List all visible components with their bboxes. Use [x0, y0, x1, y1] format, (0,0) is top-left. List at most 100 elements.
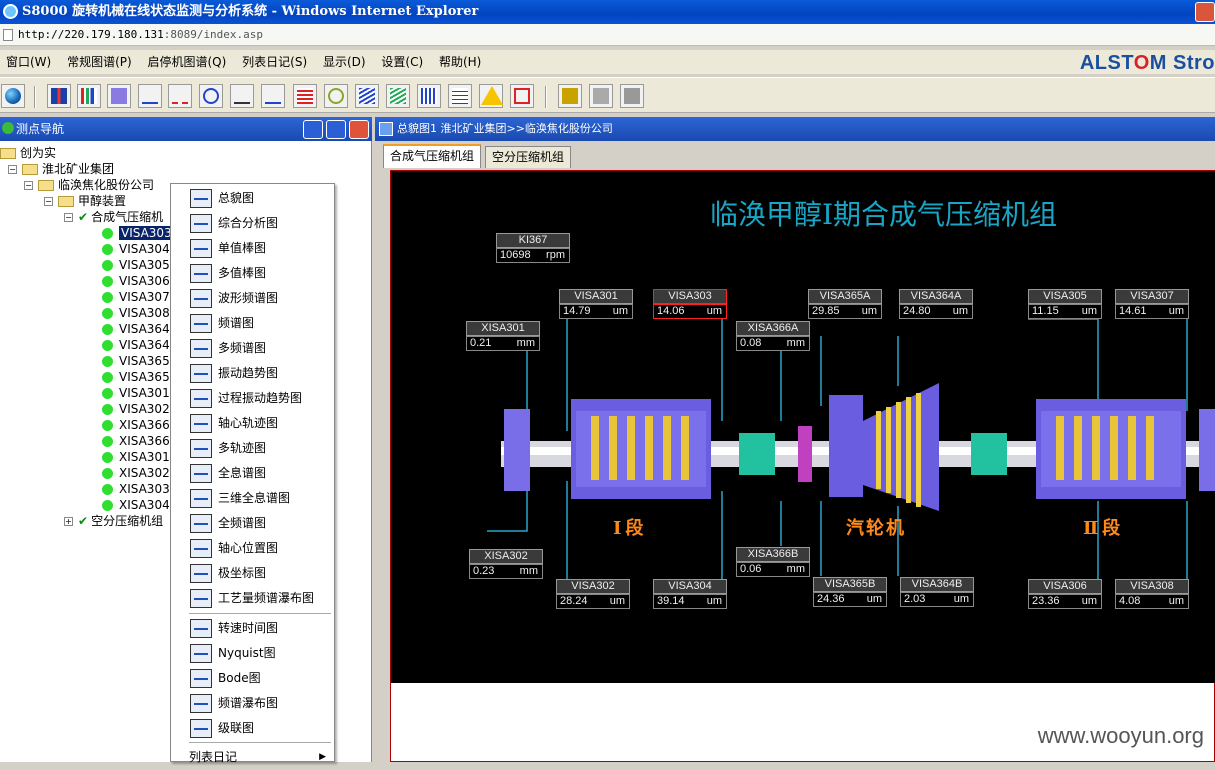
tree-point-node[interactable]: VISA364: [102, 321, 170, 337]
menu-display[interactable]: 显示(D): [317, 50, 372, 74]
sensor-tag[interactable]: XISA302 0.23 mm: [469, 549, 543, 580]
speed-time-icon[interactable]: [261, 84, 285, 108]
sensor-tag[interactable]: XISA366B 0.06 mm: [736, 547, 810, 578]
bar-chart-icon[interactable]: [77, 84, 101, 108]
globe-icon[interactable]: [1, 84, 25, 108]
minimize-button[interactable]: [303, 120, 323, 139]
context-menu-item[interactable]: 多值棒图: [171, 261, 334, 286]
tree-point-node[interactable]: VISA308: [102, 305, 170, 321]
sensor-tag[interactable]: VISA304 39.14 um: [653, 579, 727, 610]
context-menu-item[interactable]: 过程振动趋势图: [171, 386, 334, 411]
waterfall-icon[interactable]: [293, 84, 317, 108]
sensor-tag[interactable]: XISA301 0.21 mm: [466, 321, 540, 352]
multi-bar-icon[interactable]: [107, 84, 131, 108]
sensor-tag[interactable]: KI367 10698 rpm: [496, 233, 570, 264]
sensor-tag[interactable]: VISA365A 29.85 um: [808, 289, 882, 320]
tree-point-node[interactable]: VISA305: [102, 257, 170, 273]
overview-icon[interactable]: [47, 84, 71, 108]
machine-icon[interactable]: [558, 84, 582, 108]
sensor-tag[interactable]: VISA303 14.06 um: [653, 289, 727, 320]
context-menu-item[interactable]: 综合分析图: [171, 211, 334, 236]
tree-point-node[interactable]: XISA366: [102, 433, 170, 449]
sensor-tag[interactable]: VISA308 4.08 um: [1115, 579, 1189, 610]
collapse-icon[interactable]: −: [44, 197, 53, 206]
sensor-tag[interactable]: XISA366A 0.08 mm: [736, 321, 810, 352]
window-close-button[interactable]: [1195, 2, 1215, 22]
tree-point-node[interactable]: VISA306: [102, 273, 170, 289]
trend-icon[interactable]: [168, 84, 192, 108]
tree-point-node[interactable]: VISA307: [102, 289, 170, 305]
tree-point-node[interactable]: VISA301: [102, 385, 170, 401]
menu-regular-charts[interactable]: 常规图谱(P): [61, 50, 138, 74]
context-menu-item[interactable]: 频谱图: [171, 311, 334, 336]
context-menu-item[interactable]: Bode图: [171, 666, 334, 691]
context-menu-item[interactable]: 多频谱图: [171, 336, 334, 361]
context-menu-item[interactable]: 振动趋势图: [171, 361, 334, 386]
spectrum-icon[interactable]: [230, 84, 254, 108]
tree-point-node[interactable]: XISA366: [102, 417, 170, 433]
context-menu-item[interactable]: 三维全息谱图: [171, 486, 334, 511]
tree-point-node[interactable]: VISA304: [102, 241, 170, 257]
context-menu-item[interactable]: 极坐标图: [171, 561, 334, 586]
list-icon[interactable]: [417, 84, 441, 108]
context-menu-item[interactable]: 轴心位置图: [171, 536, 334, 561]
polar-icon[interactable]: [324, 84, 348, 108]
sensor-tag[interactable]: VISA365B 24.36 um: [813, 577, 887, 608]
tree-point-node[interactable]: VISA365: [102, 369, 170, 385]
context-menu-item[interactable]: 总貌图: [171, 186, 334, 211]
tree-point-node[interactable]: VISA365: [102, 353, 170, 369]
address-bar[interactable]: http://220.179.180.131:8089/index.asp: [0, 24, 1215, 46]
context-menu-item[interactable]: 单值棒图: [171, 236, 334, 261]
sensor-tag[interactable]: VISA302 28.24 um: [556, 579, 630, 610]
tree-point-node[interactable]: XISA302: [102, 465, 170, 481]
context-menu-item[interactable]: 转速时间图: [171, 616, 334, 641]
tree-node[interactable]: − 临涣焦化股份公司: [24, 177, 154, 193]
tree-point-node[interactable]: XISA301: [102, 449, 170, 465]
table-icon[interactable]: [448, 84, 472, 108]
tree-point-node[interactable]: VISA364: [102, 337, 170, 353]
context-menu-item-list-log[interactable]: 列表日记 ▶: [171, 745, 334, 770]
menu-list-log[interactable]: 列表日记(S): [236, 50, 313, 74]
close-button[interactable]: [349, 120, 369, 139]
report-icon[interactable]: [510, 84, 534, 108]
context-menu-item[interactable]: 多轨迹图: [171, 436, 334, 461]
cascade-icon[interactable]: [355, 84, 379, 108]
tree-node[interactable]: − ✔ 合成气压缩机: [64, 209, 163, 225]
context-menu-item[interactable]: 波形频谱图: [171, 286, 334, 311]
menu-settings[interactable]: 设置(C): [375, 50, 429, 74]
collapse-icon[interactable]: −: [8, 165, 17, 174]
menu-help[interactable]: 帮助(H): [433, 50, 487, 74]
maximize-button[interactable]: [326, 120, 346, 139]
tree-node[interactable]: 创为实: [0, 145, 56, 161]
tab-air-separation-compressor[interactable]: 空分压缩机组: [485, 146, 572, 168]
context-menu-item[interactable]: 轴心轨迹图: [171, 411, 334, 436]
tree-point-node[interactable]: XISA304: [102, 497, 170, 513]
context-menu-item[interactable]: 全频谱图: [171, 511, 334, 536]
tab-syngas-compressor[interactable]: 合成气压缩机组: [383, 144, 482, 168]
menu-window[interactable]: 窗口(W): [0, 50, 57, 74]
context-menu-item[interactable]: 频谱瀑布图: [171, 691, 334, 716]
warning-icon[interactable]: [479, 84, 503, 108]
sensor-tag[interactable]: VISA364A 24.80 um: [899, 289, 973, 320]
menu-startup-charts[interactable]: 启停机图谱(Q): [142, 50, 233, 74]
sensor-tag[interactable]: VISA364B 2.03 um: [900, 577, 974, 608]
full-spectrum-icon[interactable]: [386, 84, 410, 108]
tree-point-node[interactable]: VISA303: [102, 225, 174, 241]
tree-point-node[interactable]: VISA302: [102, 401, 170, 417]
expand-icon[interactable]: −: [64, 213, 73, 222]
orbit-icon[interactable]: [199, 84, 223, 108]
waveform-icon[interactable]: [138, 84, 162, 108]
sensor-tag[interactable]: VISA306 23.36 um: [1028, 579, 1102, 610]
sensor-tag[interactable]: VISA305 11.15 um: [1028, 289, 1102, 320]
tree-node[interactable]: − 淮北矿业集团: [8, 161, 114, 177]
collapse-icon[interactable]: −: [24, 181, 33, 190]
context-menu-item[interactable]: 全息谱图: [171, 461, 334, 486]
tree-point-node[interactable]: XISA303: [102, 481, 170, 497]
context-menu-item[interactable]: 级联图: [171, 716, 334, 741]
sensor-tag[interactable]: VISA307 14.61 um: [1115, 289, 1189, 320]
sensor-tag[interactable]: VISA301 14.79 um: [559, 289, 633, 320]
expand-icon[interactable]: +: [64, 517, 73, 526]
context-menu-item[interactable]: Nyquist图: [171, 641, 334, 666]
tree-node[interactable]: + ✔ 空分压缩机组: [64, 513, 163, 529]
tree-node[interactable]: − 甲醇装置: [44, 193, 126, 209]
